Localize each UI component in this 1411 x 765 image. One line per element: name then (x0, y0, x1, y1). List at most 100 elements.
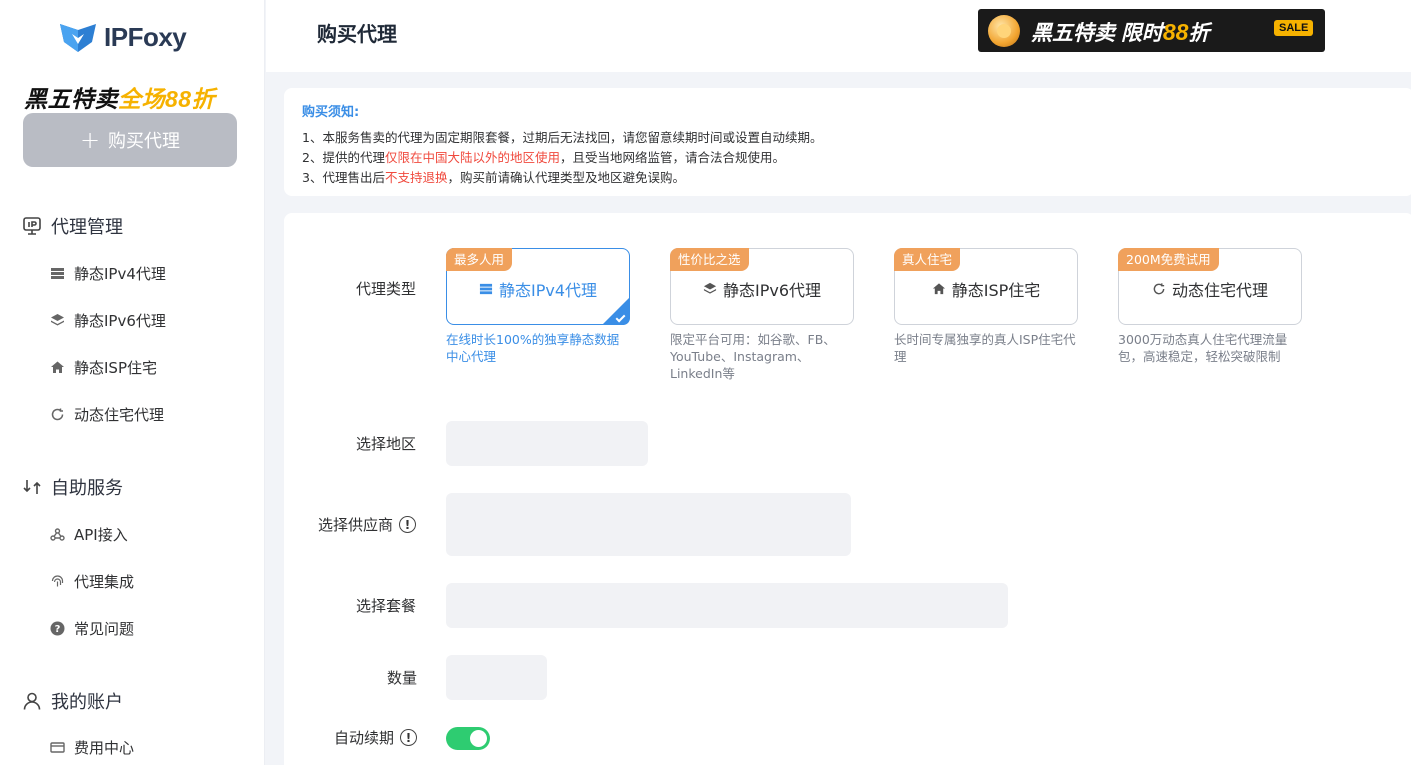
sidebar-item-label: 静态ISP住宅 (74, 359, 157, 377)
auto-renew-label: 自动续期 ! (334, 727, 418, 748)
webhook-icon (50, 528, 65, 541)
card-description: 3000万动态真人住宅代理流量包，高速稳定，轻松突破限制 (1118, 332, 1288, 364)
quantity-input[interactable] (446, 655, 547, 700)
card-title-text: 静态IPv6代理 (722, 281, 822, 300)
card-tag: 最多人用 (446, 248, 513, 271)
notice-line-3b: ，购买前请确认代理类型及地区避免误购。 (447, 170, 685, 185)
card-title: 静态IPv6代理 (671, 277, 853, 301)
brand-logo[interactable]: IPFoxy (58, 20, 187, 54)
plan-select[interactable] (446, 583, 1008, 628)
nav-group-label: 代理管理 (51, 217, 123, 238)
card-title-text: 动态住宅代理 (1171, 281, 1268, 300)
proxy-type-card-dynamic[interactable]: 200M免费试用 动态住宅代理 (1118, 248, 1302, 325)
info-icon[interactable]: ! (400, 729, 418, 746)
notice-line-1: 1、本服务售卖的代理为固定期限套餐，过期后无法找回，请您留意续期时间或设置自动续… (302, 130, 823, 145)
card-tag: 真人住宅 (894, 248, 961, 271)
sidebar-item-label: 代理集成 (74, 573, 135, 591)
refresh-icon (1153, 283, 1165, 295)
fox-logo-icon (60, 24, 96, 52)
sidebar-item-faq[interactable]: ? 常见问题 (50, 618, 134, 639)
notice-line-3a: 3、代理售出后 (302, 170, 385, 185)
nav-group-my-account[interactable]: 我的账户 (22, 688, 123, 714)
proxy-type-card-ipv4[interactable]: 最多人用 静态IPv4代理 (446, 248, 630, 325)
card-icon (50, 742, 65, 753)
layers-icon (703, 282, 717, 294)
proxy-type-card-isp[interactable]: 真人住宅 静态ISP住宅 (894, 248, 1078, 325)
banner-text: 黑五特卖 限时88折 (1031, 17, 1209, 47)
coin-icon (988, 15, 1020, 47)
sidebar-item-label: 动态住宅代理 (74, 406, 165, 424)
proxy-type-card-ipv6[interactable]: 性价比之选 静态IPv6代理 (670, 248, 854, 325)
sidebar: IPFoxy 黑五特卖全场88折 + 购买代理 代理管理 静态IPv4代理 静态… (0, 0, 265, 765)
promo-banner[interactable]: 黑五特卖全场88折 (24, 80, 215, 114)
notice-line-2a: 2、提供的代理 (302, 150, 385, 165)
auto-renew-label-text: 自动续期 (334, 729, 395, 747)
notice-line-3: 3、代理售出后不支持退换，购买前请确认代理类型及地区避免误购。 (302, 168, 1411, 188)
sidebar-item-api[interactable]: API接入 (50, 524, 128, 545)
promo-text-b: 全场88折 (118, 86, 216, 112)
sidebar-item-static-ipv6[interactable]: 静态IPv6代理 (50, 310, 166, 331)
region-select[interactable] (446, 421, 648, 466)
card-tag: 200M免费试用 (1118, 248, 1219, 271)
notice-line-2: 2、提供的代理仅限在中国大陆以外的地区使用，且受当地网络监管，请合法合规使用。 (302, 148, 1411, 168)
card-title: 动态住宅代理 (1119, 277, 1301, 301)
sidebar-item-integration[interactable]: 代理集成 (50, 571, 134, 592)
layers-icon (51, 314, 64, 326)
sidebar-item-label: 费用中心 (74, 739, 135, 757)
banner-discount: 88 (1162, 19, 1189, 45)
server-icon (51, 268, 64, 279)
page-title: 购买代理 (317, 22, 397, 46)
plan-label: 选择套餐 (356, 597, 417, 615)
purchase-notice: 购买须知: 1、本服务售卖的代理为固定期限套餐，过期后无法找回，请您留意续期时间… (284, 88, 1411, 196)
provider-select[interactable] (446, 493, 851, 556)
exchange-icon (23, 480, 41, 494)
home-icon (51, 361, 64, 373)
sale-badge: SALE (1274, 20, 1314, 36)
question-icon: ? (50, 621, 65, 636)
selected-corner (602, 297, 630, 325)
promo-text-a: 黑五特卖 (24, 86, 118, 112)
nav-group-self-service[interactable]: 自助服务 (22, 474, 123, 500)
sidebar-item-static-ipv4[interactable]: 静态IPv4代理 (50, 263, 166, 284)
sidebar-item-label: 常见问题 (74, 620, 135, 638)
banner-text-c: 折 (1188, 22, 1210, 45)
home-icon (932, 283, 945, 295)
nav-group-label: 我的账户 (51, 692, 123, 713)
notice-line-2-highlight: 仅限在中国大陆以外的地区使用 (384, 150, 560, 165)
card-description: 限定平台可用：如谷歌、FB、YouTube、Instagram、LinkedIn… (670, 332, 836, 381)
sidebar-item-dynamic-residential[interactable]: 动态住宅代理 (50, 404, 164, 425)
proxy-type-label: 代理类型 (356, 280, 417, 298)
auto-renew-toggle[interactable] (446, 727, 490, 750)
sidebar-item-label: 静态IPv4代理 (74, 265, 166, 283)
banner-text-a: 黑五特卖 限时 (1031, 22, 1163, 45)
refresh-icon (51, 408, 64, 421)
notice-line-2b: ，且受当地网络监管，请合法合规使用。 (559, 150, 785, 165)
info-icon[interactable]: ! (399, 516, 417, 533)
sidebar-item-billing[interactable]: 费用中心 (50, 737, 134, 758)
purchase-form: 代理类型 最多人用 静态IPv4代理 在线时长100%的独享静态数据中心代理 性… (284, 213, 1411, 765)
card-title: 静态ISP住宅 (895, 277, 1077, 301)
card-description: 在线时长100%的独享静态数据中心代理 (446, 332, 620, 364)
card-tag: 性价比之选 (670, 248, 749, 271)
user-icon (23, 692, 41, 710)
plus-icon: + (79, 126, 101, 154)
provider-label: 选择供应商 ! (318, 514, 417, 535)
nav-group-label: 自助服务 (51, 478, 123, 499)
black-friday-banner[interactable]: 黑五特卖 限时88折 SALE (978, 9, 1325, 52)
sidebar-item-label: API接入 (74, 526, 128, 544)
region-label: 选择地区 (356, 435, 417, 453)
buy-proxy-button[interactable]: + 购买代理 (23, 113, 237, 167)
ip-icon (23, 217, 41, 235)
quantity-label: 数量 (387, 669, 418, 687)
fingerprint-icon (51, 575, 64, 587)
sidebar-item-static-isp[interactable]: 静态ISP住宅 (50, 357, 157, 378)
provider-label-text: 选择供应商 (318, 516, 394, 534)
nav-group-proxy-management[interactable]: 代理管理 (22, 213, 123, 239)
sidebar-item-label: 静态IPv6代理 (74, 312, 166, 330)
svg-text:?: ? (55, 624, 61, 635)
notice-line-3-highlight: 不支持退换 (384, 170, 448, 185)
brand-name: IPFoxy (104, 21, 187, 52)
notice-title: 购买须知: (302, 105, 360, 120)
card-description: 长时间专属独享的真人ISP住宅代理 (894, 332, 1076, 364)
server-icon (479, 283, 493, 295)
